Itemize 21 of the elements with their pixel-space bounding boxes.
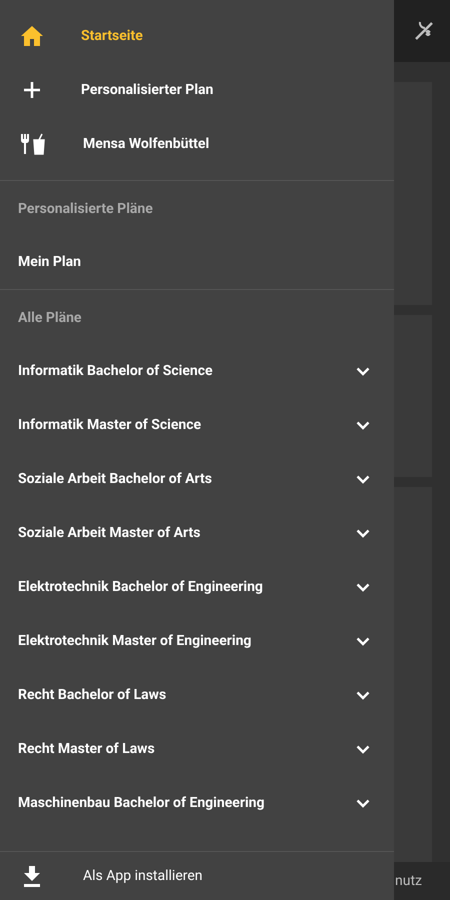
plan-item[interactable]: Mein Plan: [0, 235, 394, 289]
expandable-plan-item[interactable]: Informatik Master of Science: [0, 398, 394, 452]
expandable-plan-item[interactable]: Soziale Arbeit Bachelor of Arts: [0, 452, 394, 506]
expandable-plan-item[interactable]: Elektrotechnik Bachelor of Engineering: [0, 560, 394, 614]
home-icon: [20, 25, 44, 47]
expandable-plan-item[interactable]: Maschinenbau Bachelor of Engineering: [0, 776, 394, 830]
expandable-plan-item[interactable]: Elektrotechnik Master of Engineering: [0, 614, 394, 668]
plus-icon: [22, 80, 42, 100]
download-icon: [22, 865, 42, 887]
section-header: Personalisierte Pläne: [18, 200, 153, 218]
install-app-item[interactable]: Als App installieren: [0, 852, 394, 900]
section-header: Alle Pläne: [18, 308, 82, 328]
footer-link[interactable]: nutz: [395, 870, 422, 892]
expandable-plan-item[interactable]: Recht Master of Laws: [0, 722, 394, 776]
expandable-plan-item[interactable]: Soziale Arbeit Master of Arts: [0, 506, 394, 560]
nav-item[interactable]: Personalisierter Plan: [0, 63, 394, 117]
nav-item[interactable]: Startseite: [0, 9, 394, 63]
nav-item[interactable]: Mensa Wolfenbüttel: [0, 117, 394, 171]
expandable-plan-item[interactable]: Recht Bachelor of Laws: [0, 668, 394, 722]
expandable-plan-item[interactable]: Informatik Bachelor of Science: [0, 344, 394, 398]
utensils-icon: [20, 133, 46, 155]
